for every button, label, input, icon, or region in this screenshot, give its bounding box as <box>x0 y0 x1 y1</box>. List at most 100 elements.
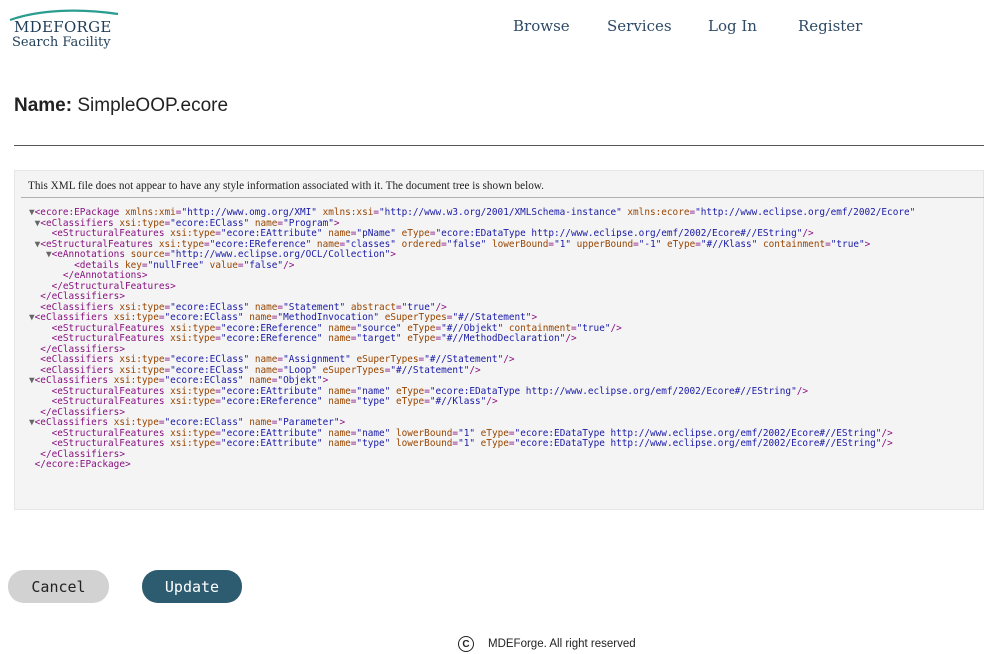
xml-attr-name: name <box>254 354 278 365</box>
xml-attr-value: "pName" <box>356 228 396 239</box>
xml-attr-name: xsi:type <box>119 364 165 376</box>
xml-tag: <eClassifiers <box>40 217 120 229</box>
xml-attr-value: "ecore:EReference" <box>220 396 323 407</box>
xml-attr-name: name <box>316 238 340 250</box>
xml-attr-value: "ecore:EAttribute" <box>220 385 323 397</box>
xml-attr-value: "Assignment" <box>283 354 351 365</box>
site-logo[interactable]: MDEFORGE Search Facility <box>8 8 148 50</box>
xml-tag: </eClassifiers> <box>40 448 125 460</box>
xml-attr-value: "ecore:EAttribute" <box>220 438 323 449</box>
xml-tag: /> <box>486 396 498 407</box>
xml-tag: <eStructuralFeatures <box>51 438 171 449</box>
xml-attr-name: xmlns:ecore <box>627 207 690 218</box>
xml-attr-value: "#//Klass" <box>429 396 487 407</box>
xml-attr-name: xsi:type <box>119 354 165 365</box>
nav-log-in[interactable]: Log In <box>708 17 757 37</box>
xml-attr-value: "ecore:EReference" <box>209 238 312 250</box>
xml-attr-value: "true" <box>401 301 436 313</box>
xml-attr-value: "#//Statement" <box>452 312 532 323</box>
xml-attr-name: xsi:type <box>113 312 159 323</box>
xml-attr-value: "#//Klass" <box>700 238 758 250</box>
xml-tag: </eClassifiers> <box>40 291 125 302</box>
xml-line: <eStructuralFeatures xsi:type="ecore:EAt… <box>29 438 915 450</box>
xml-tag: > <box>333 217 340 229</box>
xml-attr-name: xsi:type <box>170 322 216 334</box>
xml-attr-name: xsi:type <box>113 375 159 386</box>
xml-attr-name: eType <box>667 238 696 250</box>
xml-attr-name: name <box>328 333 351 344</box>
xml-tag: </eClassifiers> <box>40 406 125 418</box>
xml-attr-name: containment <box>508 322 571 334</box>
xml-attr-value: "true" <box>830 238 865 250</box>
nav-register[interactable]: Register <box>798 17 862 37</box>
xml-tag: /> <box>435 301 447 313</box>
cancel-button[interactable]: Cancel <box>8 570 109 603</box>
xml-tag: <eClassifiers <box>34 417 114 428</box>
xml-attr-value: "true" <box>576 322 611 334</box>
nav-browse[interactable]: Browse <box>513 17 570 37</box>
xml-attr-value: "ecore:EClass" <box>170 354 250 365</box>
model-name: SimpleOOP.ecore <box>77 95 229 116</box>
xml-attr-name: name <box>328 322 351 334</box>
xml-attr-name: name <box>328 396 351 407</box>
xml-attr-value: "Program" <box>283 217 334 229</box>
xml-attr-name: eType <box>401 228 430 239</box>
xml-tag: > <box>390 249 396 260</box>
xml-attr-name: lowerBound <box>395 427 453 439</box>
xml-attr-name: lowerBound <box>491 238 549 250</box>
xml-tag: <eClassifiers <box>40 301 120 313</box>
xml-tag: <eStructuralFeatures <box>51 333 171 344</box>
copyright-icon: C <box>458 636 474 652</box>
xml-attr-name: xsi:type <box>119 217 165 229</box>
xml-attr-value: "#//Statement" <box>390 364 470 376</box>
xml-attr-value: "ecore:EDataType http://www.eclipse.org/… <box>514 427 882 439</box>
logo-subtitle: Search Facility <box>12 35 111 50</box>
nav-services[interactable]: Services <box>607 17 672 37</box>
xml-attr-name: name <box>249 417 272 428</box>
xml-tag: > <box>339 417 346 428</box>
xml-attr-value: "ecore:EDataType http://www.eclipse.org/… <box>429 385 797 397</box>
xml-attr-value: "http://www.omg.org/XMI" <box>181 207 317 218</box>
xml-tag: /> <box>565 333 577 344</box>
xml-attr-name: eSuperTypes <box>322 364 385 376</box>
xml-attr-name: name <box>254 217 278 229</box>
xml-attr-name: eType <box>407 333 436 344</box>
update-button[interactable]: Update <box>142 570 242 603</box>
xml-tag: <ecore:EPackage <box>34 207 125 218</box>
xml-attr-value: "Objekt" <box>277 375 323 386</box>
xml-attr-name: name <box>328 385 351 397</box>
xml-tag: /> <box>802 228 814 239</box>
xml-tag: </eAnnotations> <box>62 270 148 281</box>
xml-info-message: This XML file does not appear to have an… <box>28 180 544 192</box>
xml-tag: <details <box>74 259 125 271</box>
xml-attr-value: "type" <box>356 438 391 449</box>
xml-attr-name: ordered <box>401 238 442 250</box>
xml-attr-value: "ecore:EAttribute" <box>220 228 323 239</box>
xml-attr-name: name <box>328 427 351 439</box>
xml-attr-name: name <box>249 312 272 323</box>
xml-attr-name: xsi:type <box>113 417 159 428</box>
xml-tag: <eClassifiers <box>34 312 114 323</box>
xml-line: </eClassifiers> <box>29 448 915 461</box>
xml-attr-name: xsi:type <box>119 301 165 313</box>
xml-attr-name: lowerBound <box>395 438 453 449</box>
xml-attr-value: "ecore:EClass" <box>170 301 250 313</box>
xml-attr-name: name <box>249 375 272 386</box>
name-label: Name: <box>14 95 73 116</box>
xml-info-divider <box>21 197 984 198</box>
xml-tag: <eStructuralFeatures <box>51 228 171 239</box>
xml-tag: <eAnnotations <box>51 249 131 260</box>
xml-attr-value: "#//Objekt" <box>441 322 504 334</box>
xml-attr-name: xmlns:xsi <box>322 207 374 218</box>
xml-attr-value: "#//MethodDeclaration" <box>441 333 566 344</box>
title-divider <box>14 145 984 146</box>
xml-tag: /> <box>283 259 295 271</box>
xml-attr-value: "MethodInvocation" <box>277 312 380 323</box>
xml-viewer[interactable]: This XML file does not appear to have an… <box>14 170 984 510</box>
xml-tag: </eClassifiers> <box>40 343 125 355</box>
xml-attr-name: xsi:type <box>170 396 216 407</box>
xml-attr-name: abstract <box>350 301 396 313</box>
xml-attr-value: "ecore:EReference" <box>220 322 323 334</box>
xml-attr-value: "type" <box>356 396 391 407</box>
xml-attr-value: "1" <box>458 427 475 439</box>
